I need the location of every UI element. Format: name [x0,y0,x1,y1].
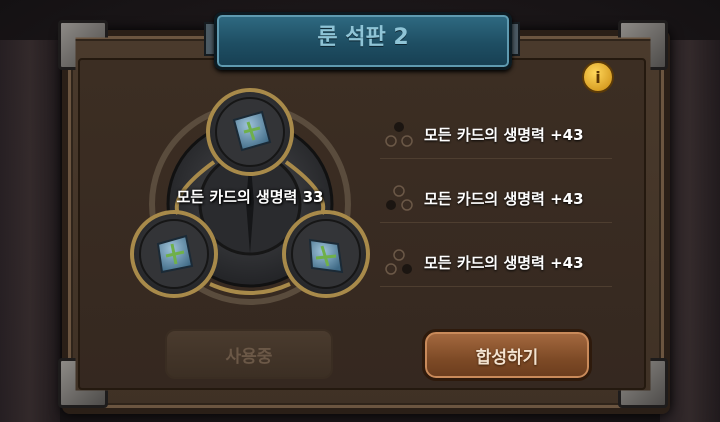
slot-dots-icon [385,249,412,275]
background-pillar-left [0,40,60,422]
slot-dots-icon [385,122,413,147]
info-icon[interactable]: i [582,61,614,93]
stat-row: 모든 카드의 생명력 +43 [380,176,612,223]
stat-row: 모든 카드의 생명력 +43 [380,240,612,287]
rune-board-total-label: 모든 카드의 생명력 33 [176,188,324,206]
stat-text: 모든 카드의 생명력 +43 [424,254,584,272]
slot-dots-icon [386,185,413,211]
synthesize-button[interactable]: 합성하기 [422,329,592,381]
page-title: 룬 석판 2 [317,25,409,50]
in-use-button[interactable]: 사용중 [165,329,333,379]
stat-row: 모든 카드의 생명력 +43 [380,112,612,159]
rune-stone-icon[interactable] [308,238,344,274]
stat-text: 모든 카드의 생명력 +43 [424,190,584,208]
stat-text: 모든 카드의 생명력 +43 [424,126,584,144]
